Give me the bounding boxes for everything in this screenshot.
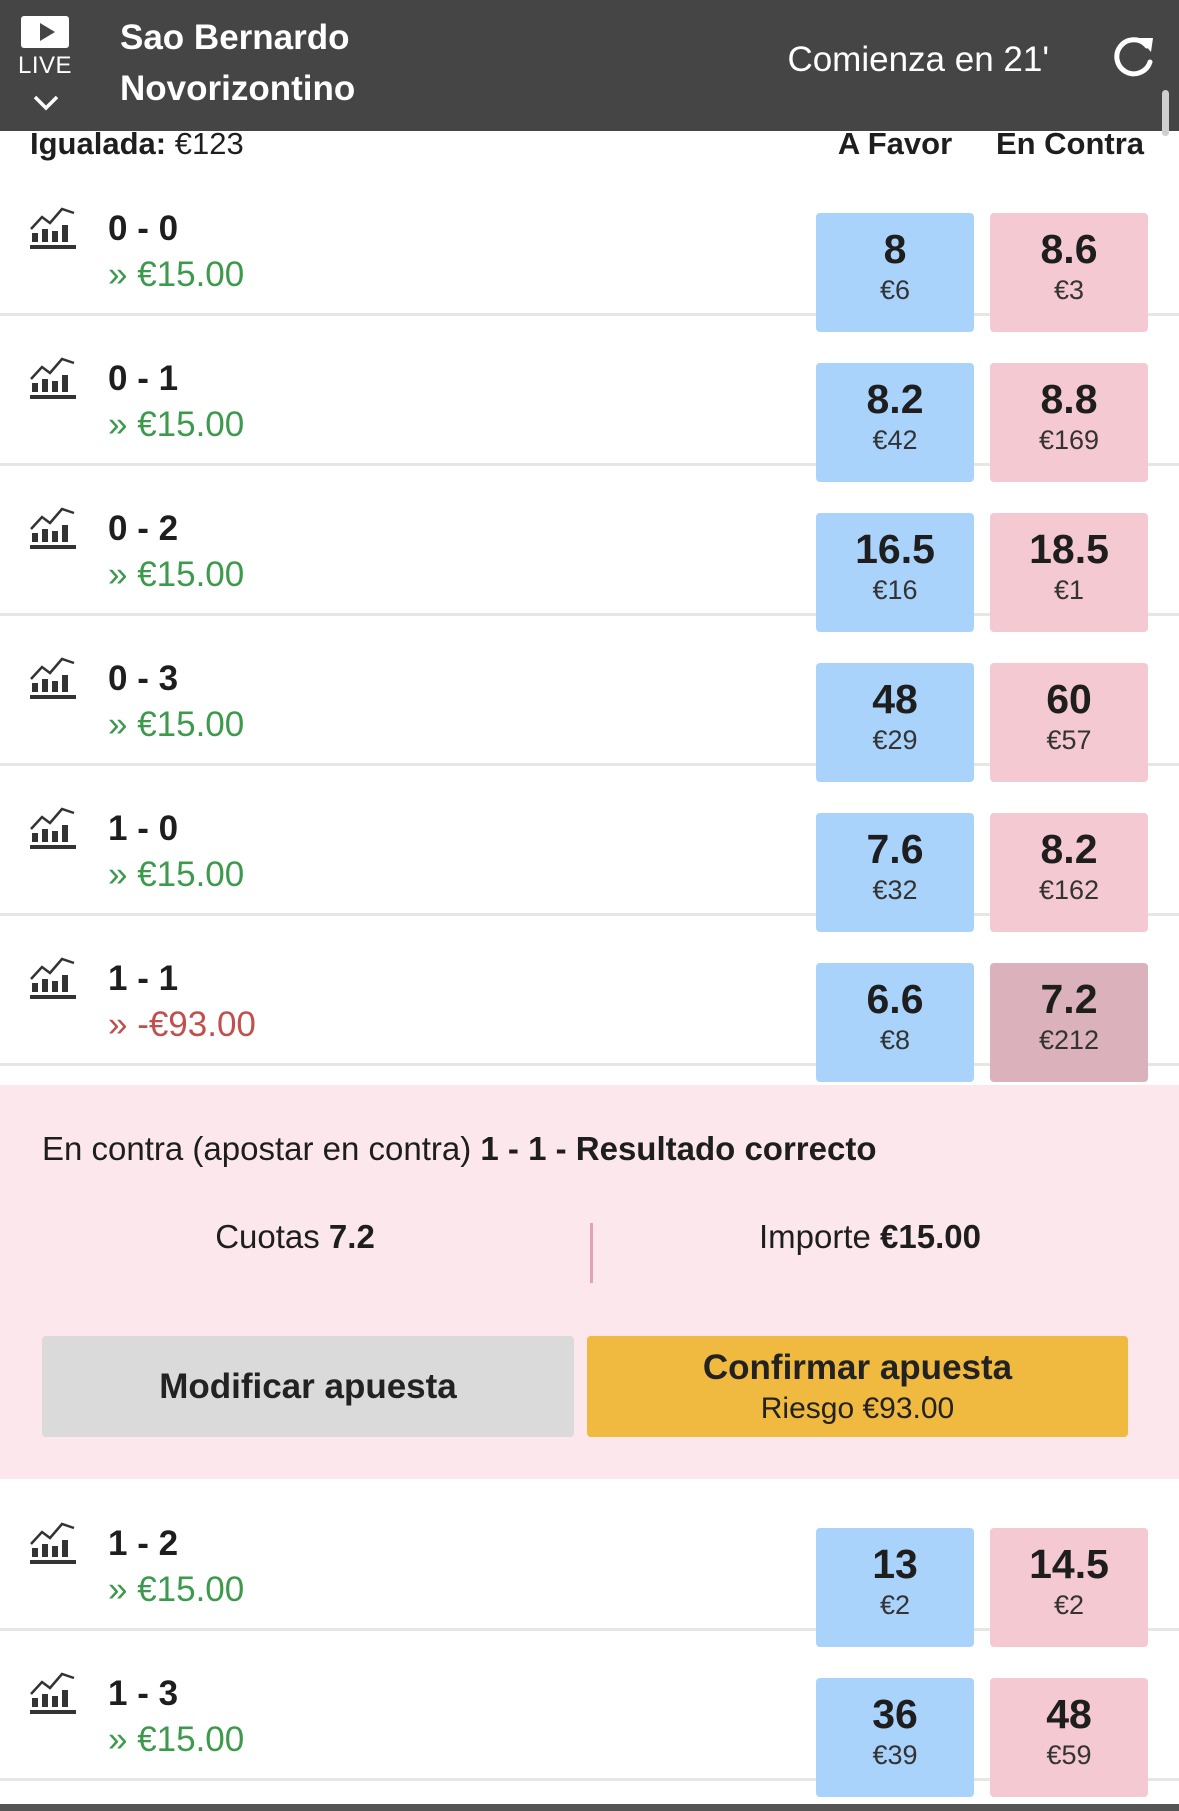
back-odds-button[interactable]: 36 €39 bbox=[816, 1678, 974, 1797]
market-row: 1 - 2» €15.00 13 €2 14.5 €2 bbox=[0, 1480, 1179, 1647]
app-header: LIVE Sao Bernardo Novorizontino Comienza… bbox=[0, 0, 1179, 136]
matched-value: €123 bbox=[174, 126, 244, 161]
amount-label: Importe bbox=[759, 1218, 871, 1255]
back-price: 8.2 bbox=[866, 376, 924, 422]
match-title: Sao Bernardo Novorizontino bbox=[120, 12, 355, 114]
back-odds-button[interactable]: 6.6 €8 bbox=[816, 963, 974, 1082]
back-price: 16.5 bbox=[855, 526, 935, 572]
bet-odds[interactable]: Cuotas 7.2 bbox=[0, 1215, 590, 1259]
chart-icon[interactable] bbox=[28, 653, 78, 706]
back-size: €16 bbox=[872, 575, 918, 605]
back-price: 36 bbox=[872, 1691, 918, 1737]
matched-label: Igualada: bbox=[30, 126, 167, 161]
modify-bet-button[interactable]: Modificar apuesta bbox=[42, 1336, 574, 1437]
back-price: 8 bbox=[883, 226, 907, 272]
market-row: 0 - 2 » €15.00 16.5 €16 18.5 €1 bbox=[0, 465, 1179, 632]
chart-icon[interactable] bbox=[28, 503, 78, 556]
lay-size: €2 bbox=[1053, 1590, 1085, 1620]
back-size: €39 bbox=[872, 1740, 918, 1770]
score-label: 1 - 1 bbox=[108, 959, 179, 998]
odds-label: Cuotas bbox=[215, 1218, 320, 1255]
live-toggle[interactable]: LIVE bbox=[14, 14, 76, 118]
back-size: €8 bbox=[879, 1025, 911, 1055]
back-price: 6.6 bbox=[866, 976, 924, 1022]
lay-price: 14.5 bbox=[1029, 1541, 1109, 1587]
lay-price: 60 bbox=[1046, 676, 1092, 722]
profit-loss: » -€93.00 bbox=[108, 1005, 256, 1044]
back-price: 13 bbox=[872, 1541, 918, 1587]
bet-type: En contra (apostar en contra) bbox=[42, 1130, 472, 1167]
score-label: 1 - 0 bbox=[108, 809, 179, 848]
profit-loss: » €15.00 bbox=[108, 555, 245, 594]
risk-label: Riesgo €93.00 bbox=[760, 1392, 955, 1425]
score-label: 0 - 2 bbox=[108, 509, 179, 548]
matched-amount: Igualada: €123 bbox=[30, 128, 244, 160]
lay-price: 8.2 bbox=[1040, 826, 1098, 872]
chart-icon[interactable] bbox=[28, 803, 78, 856]
team-away: Novorizontino bbox=[120, 69, 356, 108]
chart-icon[interactable] bbox=[28, 1518, 78, 1571]
back-size: €29 bbox=[872, 725, 918, 755]
chart-icon[interactable] bbox=[28, 953, 78, 1006]
profit-loss: » €15.00 bbox=[108, 855, 245, 894]
confirm-bet-button[interactable]: Confirmar apuesta Riesgo €93.00 bbox=[587, 1336, 1128, 1437]
profit-loss: » €15.00 bbox=[108, 405, 245, 444]
lay-price: 8.8 bbox=[1040, 376, 1098, 422]
score-label: 1 - 3 bbox=[108, 1674, 179, 1713]
lay-odds-button[interactable]: 7.2 €212 bbox=[990, 963, 1148, 1082]
bet-slip: En contra (apostar en contra) 1 - 1 - Re… bbox=[0, 1085, 1179, 1479]
lay-size: €3 bbox=[1053, 275, 1085, 305]
market-row: 0 - 1 » €15.00 8.2 €42 8.8 €169 bbox=[0, 315, 1179, 482]
market-row: 1 - 0 » €15.00 7.6 €32 8.2 €162 bbox=[0, 765, 1179, 932]
bottom-bar bbox=[0, 1804, 1179, 1811]
lay-size: €169 bbox=[1038, 425, 1100, 455]
odds-value: 7.2 bbox=[328, 1218, 375, 1255]
lay-size: €212 bbox=[1038, 1025, 1100, 1055]
bet-amount[interactable]: Importe €15.00 bbox=[590, 1215, 1150, 1259]
market-row: 0 - 0 » €15.00 8 €6 8.6 €3 bbox=[0, 165, 1179, 332]
team-home: Sao Bernardo bbox=[120, 18, 350, 57]
market-row: 1 - 1» -€93.00 6.6 €8 7.2 €212 bbox=[0, 915, 1179, 1082]
lay-size: €59 bbox=[1046, 1740, 1092, 1770]
chart-icon[interactable] bbox=[28, 1668, 78, 1721]
score-label: 0 - 0 bbox=[108, 209, 179, 248]
back-price: 48 bbox=[872, 676, 918, 722]
starts-in-label: Comienza en 21' bbox=[787, 40, 1049, 79]
play-icon bbox=[21, 16, 69, 48]
back-size: €42 bbox=[872, 425, 918, 455]
score-label: 0 - 1 bbox=[108, 359, 179, 398]
bet-description: En contra (apostar en contra) 1 - 1 - Re… bbox=[42, 1127, 877, 1171]
confirm-label: Confirmar apuesta bbox=[702, 1348, 1013, 1387]
profit-loss: » €15.00 bbox=[108, 1720, 245, 1759]
score-label: 0 - 3 bbox=[108, 659, 179, 698]
columns-header: Igualada: €123 A Favor En Contra bbox=[0, 128, 1179, 164]
back-column-header: A Favor bbox=[837, 126, 953, 161]
lay-price: 8.6 bbox=[1040, 226, 1098, 272]
profit-loss: » €15.00 bbox=[108, 1570, 245, 1609]
chart-icon[interactable] bbox=[28, 203, 78, 256]
refresh-icon[interactable] bbox=[1109, 32, 1157, 82]
lay-size: €1 bbox=[1053, 575, 1085, 605]
profit-loss: » €15.00 bbox=[108, 705, 245, 744]
lay-size: €57 bbox=[1046, 725, 1092, 755]
profit-loss: » €15.00 bbox=[108, 255, 245, 294]
lay-column-header: En Contra bbox=[995, 126, 1145, 161]
market-row: 1 - 3» €15.00 36 €39 48 €59 bbox=[0, 1630, 1179, 1797]
score-label: 1 - 2 bbox=[108, 1524, 179, 1563]
back-size: €2 bbox=[879, 1590, 911, 1620]
lay-price: 18.5 bbox=[1029, 526, 1109, 572]
chevron-down-icon bbox=[33, 95, 59, 111]
lay-size: €162 bbox=[1038, 875, 1100, 905]
back-size: €6 bbox=[879, 275, 911, 305]
lay-odds-button[interactable]: 48 €59 bbox=[990, 1678, 1148, 1797]
chart-icon[interactable] bbox=[28, 353, 78, 406]
back-size: €32 bbox=[872, 875, 918, 905]
market-row: 0 - 3 » €15.00 48 €29 60 €57 bbox=[0, 615, 1179, 782]
bet-selection: 1 - 1 - Resultado correcto bbox=[480, 1130, 877, 1167]
lay-price: 7.2 bbox=[1040, 976, 1098, 1022]
back-price: 7.6 bbox=[866, 826, 924, 872]
live-label: LIVE bbox=[17, 52, 73, 79]
amount-value: €15.00 bbox=[880, 1218, 981, 1255]
lay-price: 48 bbox=[1046, 1691, 1092, 1737]
